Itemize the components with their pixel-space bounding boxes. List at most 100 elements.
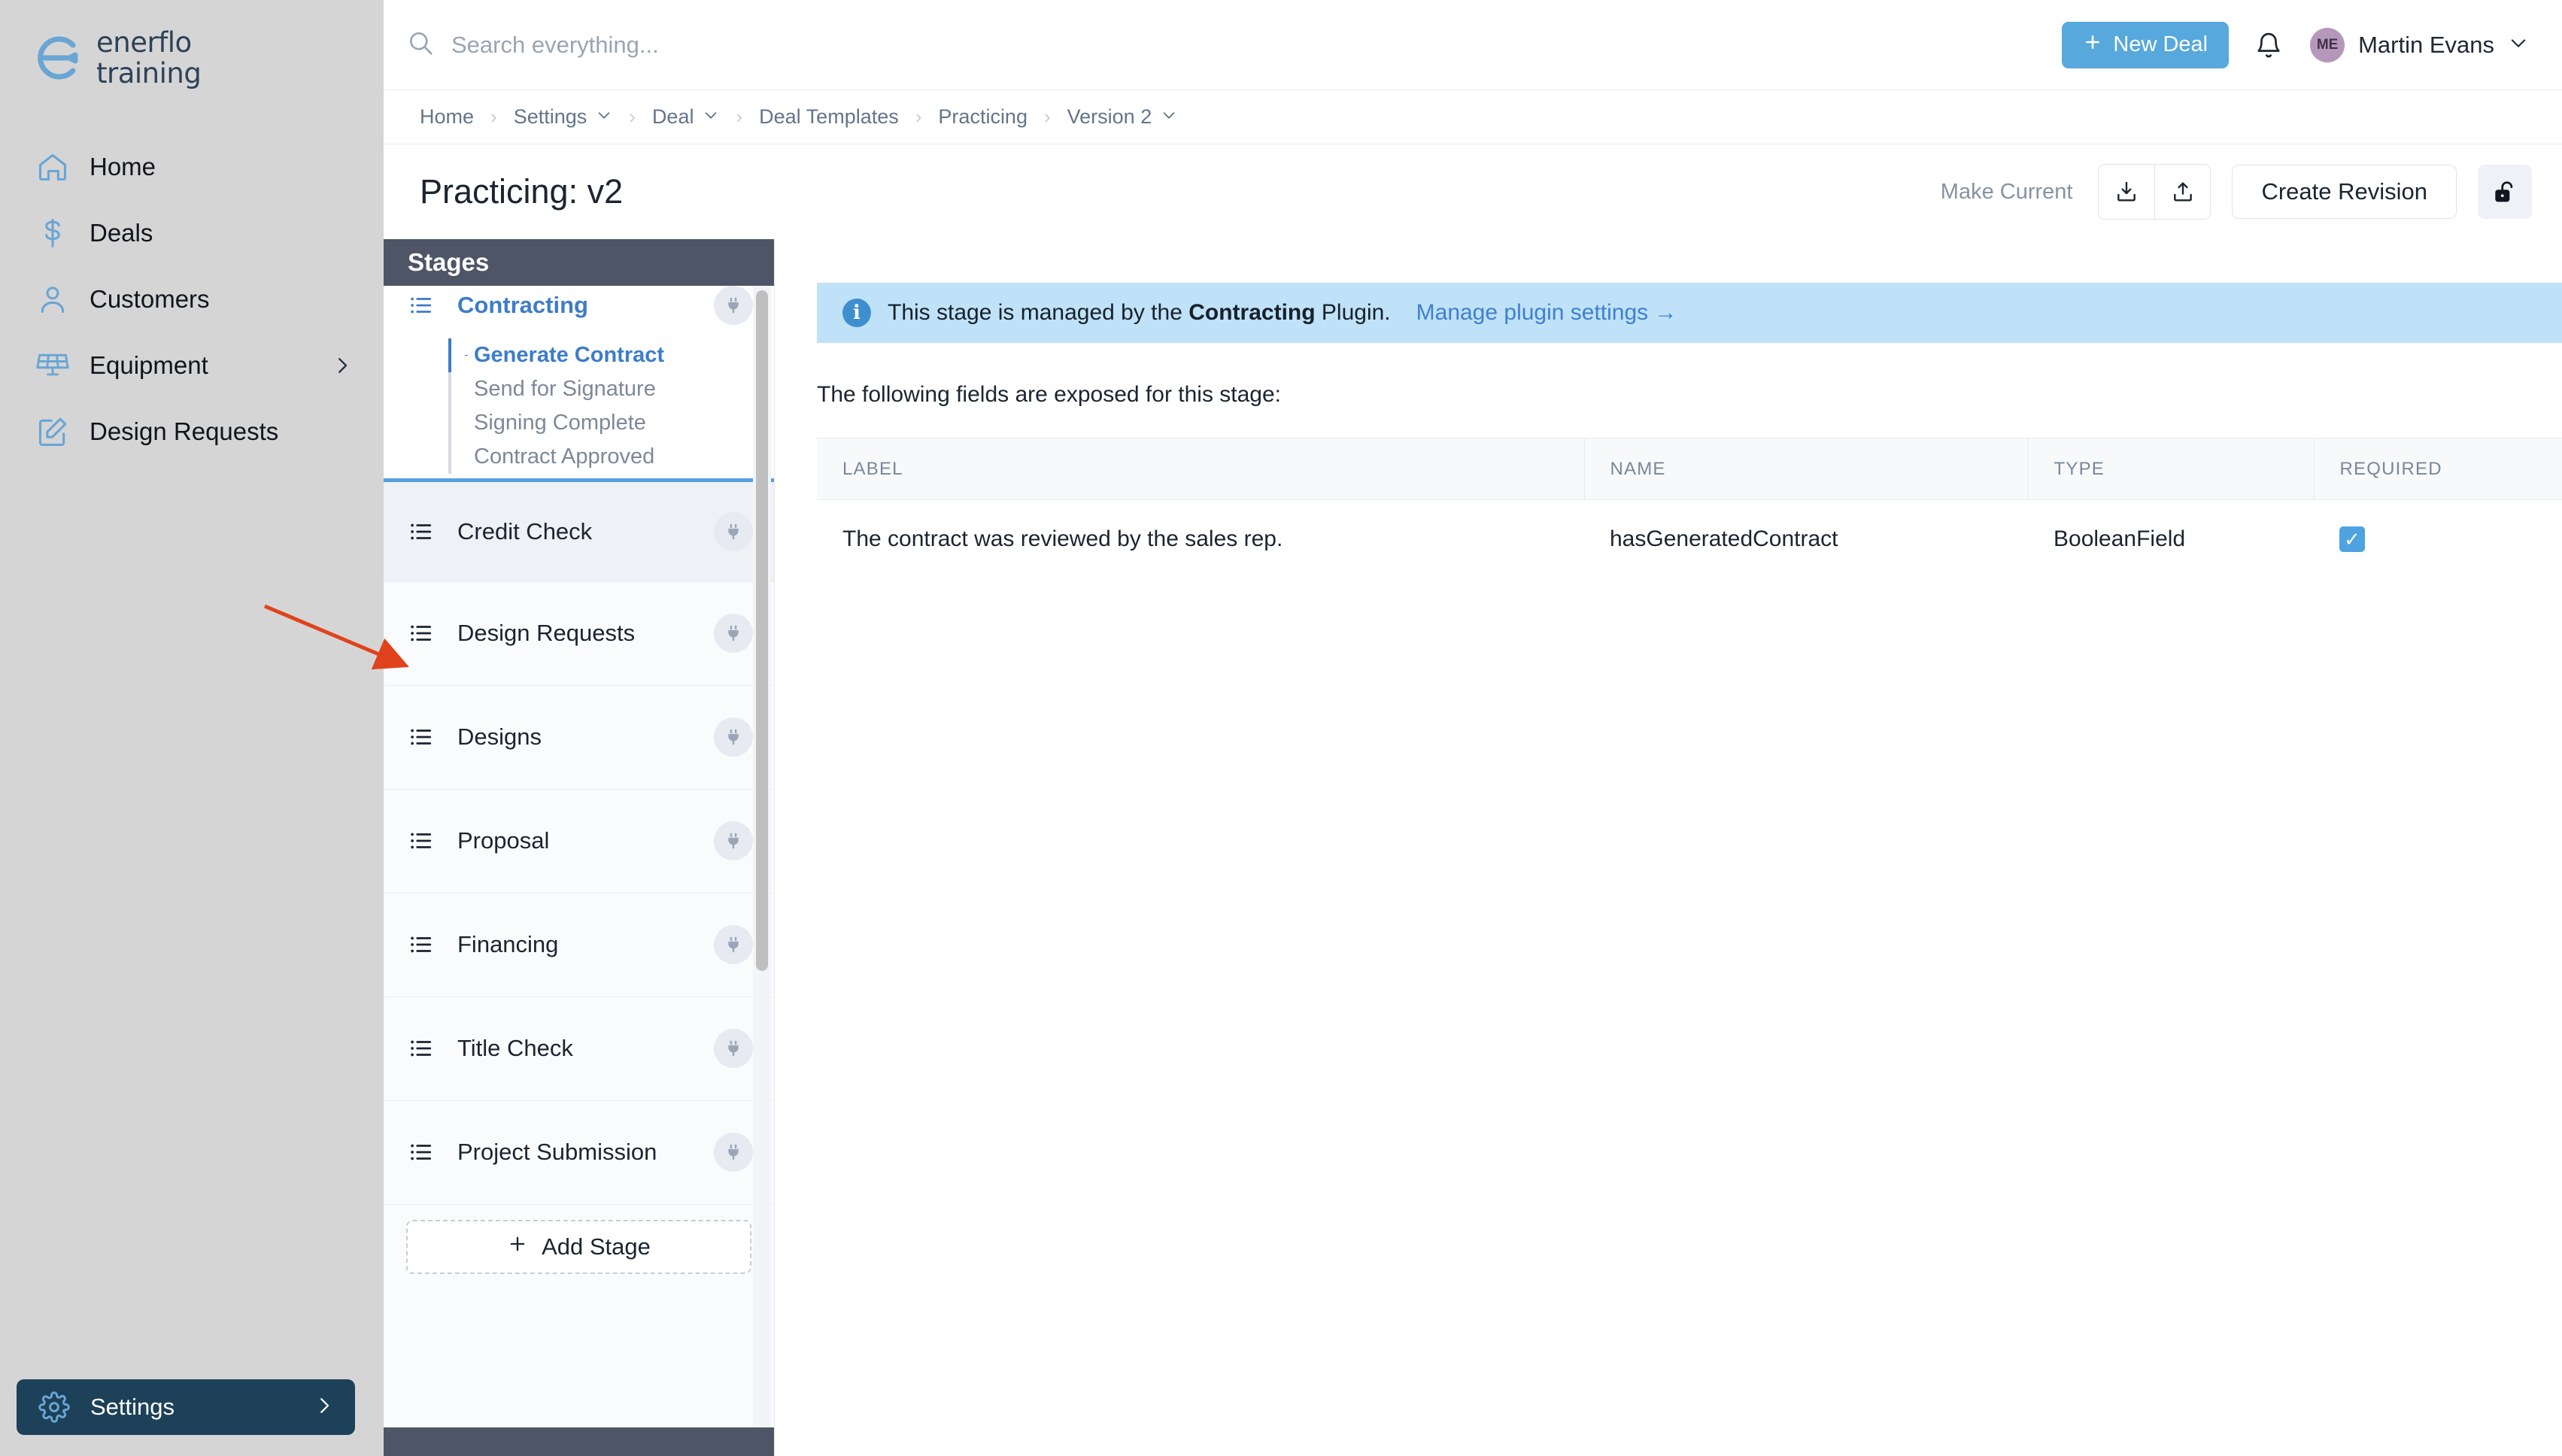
sidebar-item-deals[interactable]: Deals bbox=[0, 200, 384, 266]
add-stage-button[interactable]: Add Stage bbox=[406, 1219, 751, 1274]
list-icon[interactable] bbox=[408, 519, 438, 544]
create-revision-button[interactable]: Create Revision bbox=[2232, 165, 2457, 219]
top-bar: Search everything... New Deal ME Martin … bbox=[384, 0, 2562, 90]
plug-icon[interactable] bbox=[714, 717, 753, 757]
list-icon[interactable] bbox=[408, 724, 438, 750]
plug-icon[interactable] bbox=[714, 511, 753, 551]
unlock-icon[interactable] bbox=[2478, 165, 2532, 219]
gear-icon bbox=[36, 1389, 72, 1425]
bell-icon[interactable] bbox=[2254, 31, 2283, 59]
column-header-required: REQUIRED bbox=[2313, 438, 2562, 500]
sidebar-item-equipment[interactable]: Equipment bbox=[0, 332, 384, 399]
breadcrumb-label: Deal Templates bbox=[759, 105, 899, 128]
banner-text-before: This stage is managed by the bbox=[888, 300, 1189, 325]
search-input[interactable]: Search everything... bbox=[451, 32, 659, 59]
stages-panel: Stages Contracting Generate Contract Sen… bbox=[384, 239, 775, 1456]
breadcrumb-item-settings[interactable]: Settings bbox=[514, 105, 613, 129]
column-header-name: NAME bbox=[1583, 438, 2028, 500]
plug-icon[interactable] bbox=[714, 286, 753, 325]
new-deal-button[interactable]: New Deal bbox=[2062, 21, 2230, 68]
substage-list: Generate Contract Send for Signature Sig… bbox=[448, 338, 753, 474]
stage-row-main: Project Submission bbox=[408, 1133, 753, 1172]
breadcrumb-separator: › bbox=[1043, 105, 1051, 128]
breadcrumb-item-home[interactable]: Home bbox=[420, 105, 474, 129]
plug-icon[interactable] bbox=[714, 821, 753, 861]
breadcrumb-separator: › bbox=[915, 105, 922, 128]
user-menu[interactable]: ME Martin Evans bbox=[2310, 27, 2529, 62]
chevron-right-icon[interactable] bbox=[313, 1394, 335, 1421]
chevron-right-icon[interactable] bbox=[331, 354, 354, 377]
table-row[interactable]: The contract was reviewed by the sales r… bbox=[817, 500, 2562, 578]
stage-row-title-check[interactable]: Title Check bbox=[384, 996, 774, 1101]
settings-label: Settings bbox=[90, 1394, 175, 1420]
plug-icon[interactable] bbox=[714, 925, 753, 965]
stage-row-main: Title Check bbox=[408, 1029, 753, 1069]
stages-scroll-area[interactable]: Contracting Generate Contract Send for S… bbox=[384, 286, 774, 1427]
upload-icon[interactable] bbox=[2154, 165, 2211, 219]
main-region: Search everything... New Deal ME Martin … bbox=[384, 0, 2562, 1456]
plugin-info-text: This stage is managed by the Contracting… bbox=[888, 300, 1391, 326]
chevron-down-icon[interactable] bbox=[596, 107, 612, 128]
chevron-down-icon[interactable] bbox=[2508, 32, 2529, 57]
stage-row-designs[interactable]: Designs bbox=[384, 685, 774, 790]
table-header-row: LABEL NAME TYPE REQUIRED bbox=[817, 438, 2562, 500]
download-icon[interactable] bbox=[2099, 165, 2155, 219]
sidebar-item-label: Home bbox=[90, 153, 156, 180]
stage-row-project-submission[interactable]: Project Submission bbox=[384, 1100, 774, 1205]
plus-icon bbox=[2083, 32, 2102, 58]
list-icon[interactable] bbox=[408, 828, 438, 854]
chevron-down-icon[interactable] bbox=[703, 107, 719, 128]
breadcrumb-label: Deal bbox=[651, 105, 694, 128]
add-stage-wrap: Add Stage bbox=[384, 1204, 774, 1291]
global-search[interactable]: Search everything... bbox=[406, 29, 2062, 61]
dollar-icon bbox=[35, 215, 71, 251]
page-actions: Make Current Create Revision bbox=[1941, 164, 2532, 220]
list-icon[interactable] bbox=[408, 932, 438, 957]
breadcrumb-separator: › bbox=[490, 105, 497, 128]
stage-row-contracting[interactable]: Contracting Generate Contract Send for S… bbox=[384, 286, 774, 478]
substage-send-for-signature[interactable]: Send for Signature bbox=[468, 372, 753, 406]
list-icon[interactable] bbox=[408, 293, 438, 318]
plug-icon[interactable] bbox=[714, 1133, 753, 1172]
stage-row-credit-check[interactable]: Credit Check bbox=[384, 478, 774, 582]
required-checkbox[interactable]: ✓ bbox=[2339, 526, 2365, 552]
stage-row-design-requests[interactable]: Design Requests bbox=[384, 581, 774, 686]
stage-row-main: Credit Check bbox=[408, 511, 753, 551]
breadcrumb-item-practicing[interactable]: Practicing bbox=[938, 105, 1028, 129]
plug-icon[interactable] bbox=[714, 614, 753, 654]
plug-icon[interactable] bbox=[714, 1029, 753, 1069]
sidebar-item-design-requests[interactable]: Design Requests bbox=[0, 399, 384, 465]
brand-wordmark: enerflo training bbox=[96, 29, 202, 87]
stage-row-main: Design Requests bbox=[408, 614, 753, 654]
sidebar-item-home[interactable]: Home bbox=[0, 134, 384, 200]
sidebar-nav-list: Home Deals Customers Equipment Design Re… bbox=[0, 134, 384, 465]
cell-name: hasGeneratedContract bbox=[1610, 526, 1838, 551]
sidebar-item-label: Customers bbox=[90, 285, 210, 313]
import-export-group bbox=[2098, 164, 2211, 220]
sidebar-item-customers[interactable]: Customers bbox=[0, 266, 384, 332]
make-current-button[interactable]: Make Current bbox=[1941, 180, 2073, 205]
list-icon[interactable] bbox=[408, 1139, 438, 1165]
brand-logo[interactable]: enerflo training bbox=[0, 0, 384, 87]
stage-label: Financing bbox=[457, 931, 559, 958]
substage-generate-contract[interactable]: Generate Contract bbox=[448, 338, 753, 372]
breadcrumb: Home › Settings › Deal › Deal Templates … bbox=[384, 90, 2562, 144]
list-icon[interactable] bbox=[408, 620, 438, 646]
column-header-label: LABEL bbox=[817, 438, 1584, 500]
app-root: enerflo training Home Deals Customers Eq… bbox=[0, 0, 2562, 1456]
chevron-down-icon[interactable] bbox=[1161, 107, 1177, 128]
breadcrumb-item-deal-templates[interactable]: Deal Templates bbox=[759, 105, 899, 129]
substage-contract-approved[interactable]: Contract Approved bbox=[468, 440, 753, 474]
sidebar-item-settings[interactable]: Settings bbox=[17, 1379, 355, 1435]
stage-row-proposal[interactable]: Proposal bbox=[384, 789, 774, 893]
enerflo-logo-icon bbox=[32, 32, 83, 83]
breadcrumb-item-deal[interactable]: Deal bbox=[652, 105, 720, 129]
search-icon bbox=[406, 29, 435, 61]
list-icon[interactable] bbox=[408, 1036, 438, 1061]
manage-plugin-settings-link[interactable]: Manage plugin settings → bbox=[1416, 300, 1677, 326]
breadcrumb-item-version-2[interactable]: Version 2 bbox=[1067, 105, 1178, 129]
breadcrumb-separator: › bbox=[736, 105, 743, 128]
stages-scrollbar-thumb[interactable] bbox=[756, 290, 768, 971]
stage-row-financing[interactable]: Financing bbox=[384, 893, 774, 997]
substage-signing-complete[interactable]: Signing Complete bbox=[468, 406, 753, 440]
